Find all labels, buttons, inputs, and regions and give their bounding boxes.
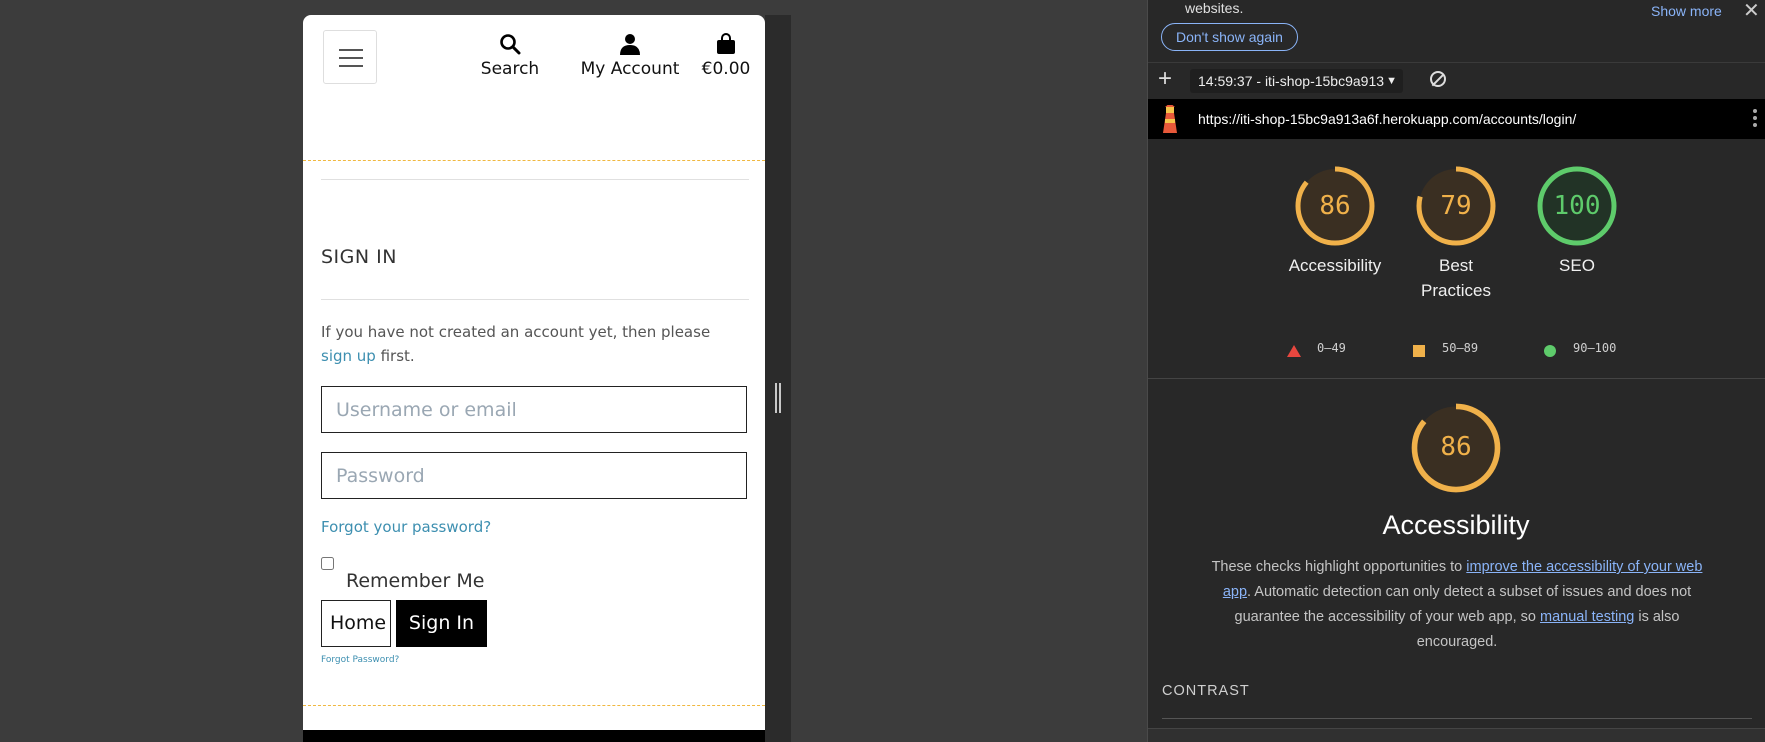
- resize-handle[interactable]: [775, 383, 781, 413]
- detail-score-value: 86: [1440, 432, 1472, 462]
- menu-toggle-button[interactable]: [323, 30, 377, 84]
- score-label: SEO: [1559, 256, 1595, 275]
- page-footer: [303, 730, 765, 742]
- report-selector[interactable]: 14:59:37 - iti-shop-15bc9a913 ▼: [1190, 69, 1403, 93]
- triangle-icon: [1287, 345, 1301, 357]
- sign-in-button[interactable]: Sign In: [396, 600, 487, 647]
- notice-text: websites.: [1185, 0, 1244, 16]
- more-options-icon[interactable]: [1753, 109, 1757, 130]
- signup-prompt: If you have not created an account yet, …: [321, 323, 711, 365]
- score-gauge-accessibility[interactable]: 86 Accessibility: [1285, 165, 1385, 278]
- home-button[interactable]: Home: [321, 600, 391, 647]
- show-more-link[interactable]: Show more: [1651, 3, 1722, 19]
- mobile-page-preview: Search My Account €0.00 SIGN IN If you h…: [303, 15, 765, 742]
- remember-me-label: Remember Me: [346, 570, 485, 592]
- score-label: Best Practices: [1421, 256, 1491, 300]
- content-bottom-border: [303, 705, 765, 706]
- score-value: 100: [1553, 191, 1601, 221]
- square-icon: [1413, 345, 1425, 357]
- user-icon: [580, 33, 680, 57]
- lighthouse-icon: [1163, 105, 1177, 133]
- clear-reports-icon[interactable]: [1430, 71, 1446, 87]
- forgot-password-small-link[interactable]: Forgot Password?: [321, 655, 399, 665]
- score-value: 79: [1440, 191, 1472, 221]
- password-input[interactable]: [321, 452, 747, 499]
- detail-score-gauge: 86: [1406, 402, 1506, 494]
- signup-link[interactable]: sign up: [321, 347, 376, 365]
- new-report-icon[interactable]: +: [1158, 65, 1172, 93]
- report-url-bar: https://iti-shop-15bc9a913a6f.herokuapp.…: [1148, 99, 1765, 139]
- score-gauge-best-practices[interactable]: 79 Best Practices: [1406, 165, 1506, 303]
- nav-cart[interactable]: €0.00: [701, 33, 751, 79]
- divider: [1148, 378, 1765, 379]
- score-gauge-seo[interactable]: 100 SEO: [1527, 165, 1627, 278]
- cart-total: €0.00: [701, 59, 751, 79]
- legend-pass: 90–100: [1544, 341, 1616, 357]
- circle-icon: [1544, 345, 1556, 357]
- content-top-border: [303, 160, 765, 161]
- category-description: These checks highlight opportunities to …: [1211, 559, 1703, 650]
- devtools-lighthouse-panel: websites. Show more ✕ Don't show again +…: [1147, 0, 1765, 742]
- drawer-tab-strip[interactable]: [1148, 728, 1765, 742]
- score-label: Accessibility: [1288, 256, 1382, 275]
- username-input[interactable]: [321, 386, 747, 433]
- search-icon: [478, 33, 542, 57]
- manual-testing-link[interactable]: manual testing: [1540, 609, 1634, 625]
- device-frame-edge: [765, 15, 791, 742]
- remember-me-checkbox[interactable]: [321, 557, 334, 570]
- report-selector-value: 14:59:37 - iti-shop-15bc9a913: [1198, 73, 1385, 89]
- close-icon[interactable]: ✕: [1743, 0, 1760, 23]
- nav-account-label: My Account: [580, 59, 680, 79]
- nav-search-label: Search: [480, 59, 540, 79]
- legend-fail: 0–49: [1287, 341, 1346, 357]
- lighthouse-toolbar: + 14:59:37 - iti-shop-15bc9a913 ▼: [1148, 62, 1765, 100]
- score-value: 86: [1319, 191, 1351, 221]
- dont-show-again-button[interactable]: Don't show again: [1161, 23, 1298, 51]
- caret-down-icon: ▼: [1386, 75, 1397, 87]
- category-title: Accessibility: [1382, 510, 1530, 540]
- shopping-bag-icon: [701, 33, 751, 57]
- forgot-password-link[interactable]: Forgot your password?: [321, 518, 491, 536]
- section-heading-contrast: CONTRAST: [1162, 683, 1250, 699]
- report-url: https://iti-shop-15bc9a913a6f.herokuapp.…: [1198, 111, 1577, 127]
- legend-average: 50–89: [1413, 341, 1478, 357]
- divider: [321, 299, 749, 300]
- nav-my-account[interactable]: My Account: [580, 33, 680, 79]
- nav-search[interactable]: Search: [478, 33, 542, 79]
- page-title: SIGN IN: [321, 246, 397, 268]
- divider: [321, 179, 749, 180]
- divider: [1162, 718, 1752, 719]
